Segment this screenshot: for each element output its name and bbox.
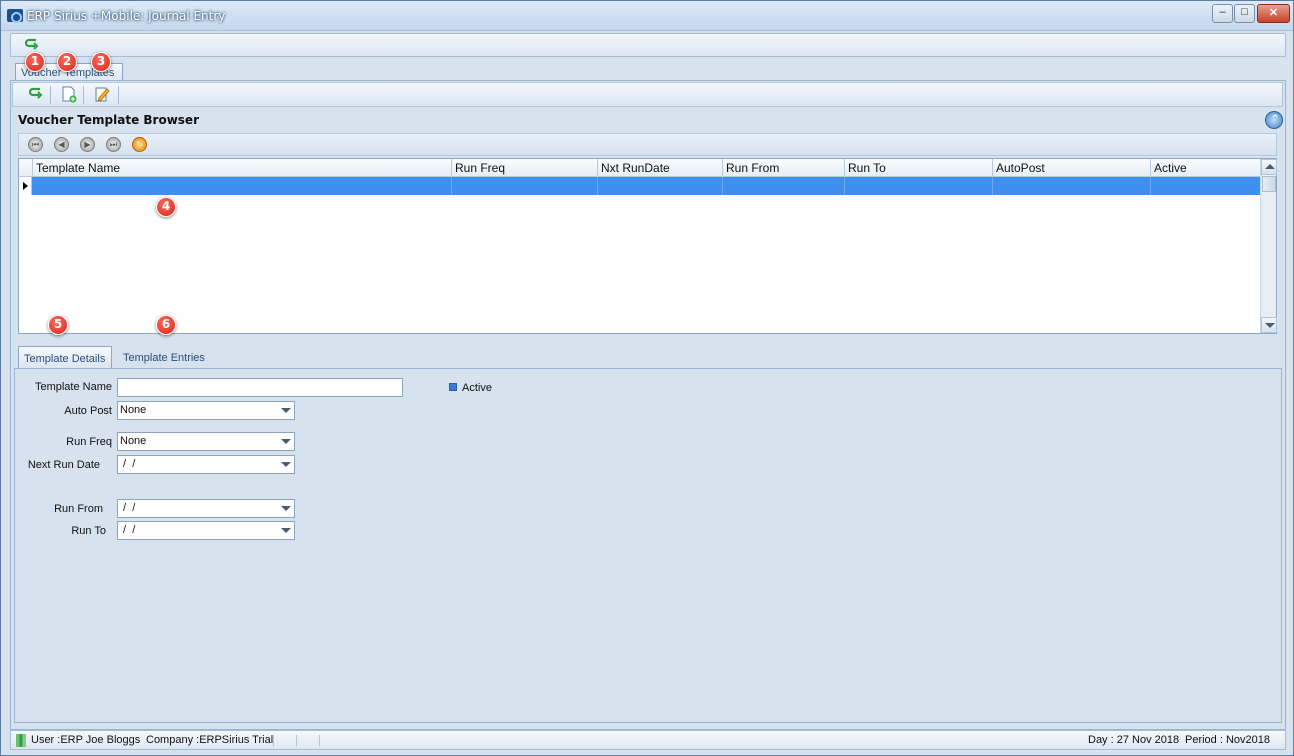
template-details-panel [14, 368, 1282, 723]
column-header[interactable]: Run From [723, 159, 845, 177]
status-bar: User :ERP Joe Bloggs Company :ERPSirius … [10, 730, 1286, 750]
status-company: Company :ERPSirius Trial [146, 734, 274, 746]
toolbar-separator [50, 86, 51, 104]
table-cell[interactable] [1151, 177, 1260, 195]
browser-title: Voucher Template Browser [18, 113, 199, 127]
green-refresh-arrow-icon [25, 38, 39, 50]
grid-vertical-scrollbar[interactable] [1260, 159, 1277, 333]
scroll-up-icon[interactable] [1261, 159, 1277, 175]
chevron-down-icon [281, 462, 291, 467]
chevron-down-icon [281, 528, 291, 533]
title-bar: ERP Sirius +Mobile: Journal Entry – □ ✕ [1, 1, 1293, 31]
next-run-date-value: / / [120, 458, 136, 470]
status-separator [273, 735, 274, 747]
annotation-marker: 1 [25, 52, 45, 72]
next-record-icon[interactable]: ▶ [80, 137, 95, 152]
column-header[interactable]: Nxt RunDate [598, 159, 723, 177]
annotation-marker: 4 [156, 197, 176, 217]
toolbar-separator [118, 86, 119, 104]
minimize-button[interactable]: – [1212, 4, 1233, 23]
active-label: Active [462, 382, 492, 394]
column-header[interactable]: Run Freq [452, 159, 598, 177]
close-icon: ✕ [1268, 7, 1279, 19]
column-header[interactable]: Run To [845, 159, 993, 177]
grid-header: Template Name Run Freq Nxt RunDate Run F… [19, 159, 1260, 177]
run-to-picker[interactable]: / / [117, 521, 295, 540]
first-record-icon[interactable]: ⏮ [28, 137, 43, 152]
chevron-down-icon [281, 506, 291, 511]
refresh-button[interactable] [25, 84, 47, 104]
template-name-input[interactable] [117, 378, 403, 397]
table-cell[interactable] [452, 177, 598, 195]
minimize-icon: – [1219, 6, 1226, 18]
run-freq-label: Run Freq [66, 436, 112, 448]
current-row-indicator-icon [19, 177, 32, 195]
annotation-marker: 5 [48, 315, 68, 335]
collapse-button[interactable] [1265, 111, 1283, 129]
chevron-down-icon [281, 439, 291, 444]
previous-record-icon[interactable]: ◀ [54, 137, 69, 152]
scroll-thumb[interactable] [1262, 176, 1276, 192]
window-title: ERP Sirius +Mobile: Journal Entry [27, 9, 226, 23]
table-cell[interactable] [845, 177, 993, 195]
run-to-value: / / [120, 524, 136, 536]
app-window: ERP Sirius +Mobile: Journal Entry – □ ✕ … [0, 0, 1294, 756]
table-row[interactable] [19, 177, 1260, 195]
close-button[interactable]: ✕ [1257, 4, 1290, 23]
chevron-down-icon [281, 408, 291, 413]
run-freq-select[interactable]: None [117, 432, 295, 451]
app-logo-icon [7, 9, 23, 23]
run-from-label: Run From [54, 503, 103, 515]
status-period: Period : Nov2018 [1185, 734, 1270, 746]
new-document-icon [62, 86, 77, 103]
new-template-button[interactable] [58, 84, 80, 104]
edit-document-icon [95, 87, 110, 102]
auto-post-label: Auto Post [64, 405, 112, 417]
edit-template-button[interactable] [91, 84, 113, 104]
status-separator [319, 735, 320, 747]
column-header[interactable]: AutoPost [993, 159, 1151, 177]
maximize-icon: □ [1241, 6, 1248, 18]
record-navigator: ⏮ ◀ ▶ ⏭ ↻ [18, 133, 1277, 156]
table-cell[interactable] [993, 177, 1151, 195]
next-run-date-picker[interactable]: / / [117, 455, 295, 474]
refresh-records-icon[interactable]: ↻ [132, 137, 147, 152]
top-toolbar [10, 33, 1286, 57]
annotation-marker: 3 [91, 52, 111, 72]
template-grid: Template Name Run Freq Nxt RunDate Run F… [18, 158, 1277, 334]
annotation-marker: 2 [57, 52, 77, 72]
status-separator [296, 735, 297, 747]
status-app-icon [16, 734, 26, 747]
template-toolbar [12, 82, 1283, 107]
table-cell[interactable] [598, 177, 723, 195]
next-run-date-label: Next Run Date [27, 459, 100, 471]
last-record-icon[interactable]: ⏭ [106, 137, 121, 152]
toolbar-separator [83, 86, 84, 104]
template-name-label: Template Name [34, 381, 112, 393]
tab-template-details[interactable]: Template Details [18, 346, 112, 369]
run-freq-value: None [120, 435, 147, 447]
auto-post-value: None [120, 404, 147, 416]
active-checkbox[interactable] [449, 383, 457, 391]
status-day: Day : 27 Nov 2018 [1088, 734, 1180, 746]
green-refresh-arrow-icon [29, 87, 43, 99]
status-user: User :ERP Joe Bloggs [31, 734, 141, 746]
annotation-marker: 6 [156, 315, 176, 335]
row-header-corner [19, 159, 33, 177]
tab-template-entries[interactable]: Template Entries [118, 346, 214, 369]
table-cell[interactable] [33, 177, 452, 195]
auto-post-select[interactable]: None [117, 401, 295, 420]
run-to-label: Run To [71, 525, 106, 537]
run-from-picker[interactable]: / / [117, 499, 295, 518]
maximize-button[interactable]: □ [1234, 4, 1255, 23]
table-cell[interactable] [723, 177, 845, 195]
run-from-value: / / [120, 502, 136, 514]
column-header[interactable]: Active [1151, 159, 1260, 177]
scroll-down-icon[interactable] [1261, 317, 1277, 333]
column-header[interactable]: Template Name [33, 159, 452, 177]
